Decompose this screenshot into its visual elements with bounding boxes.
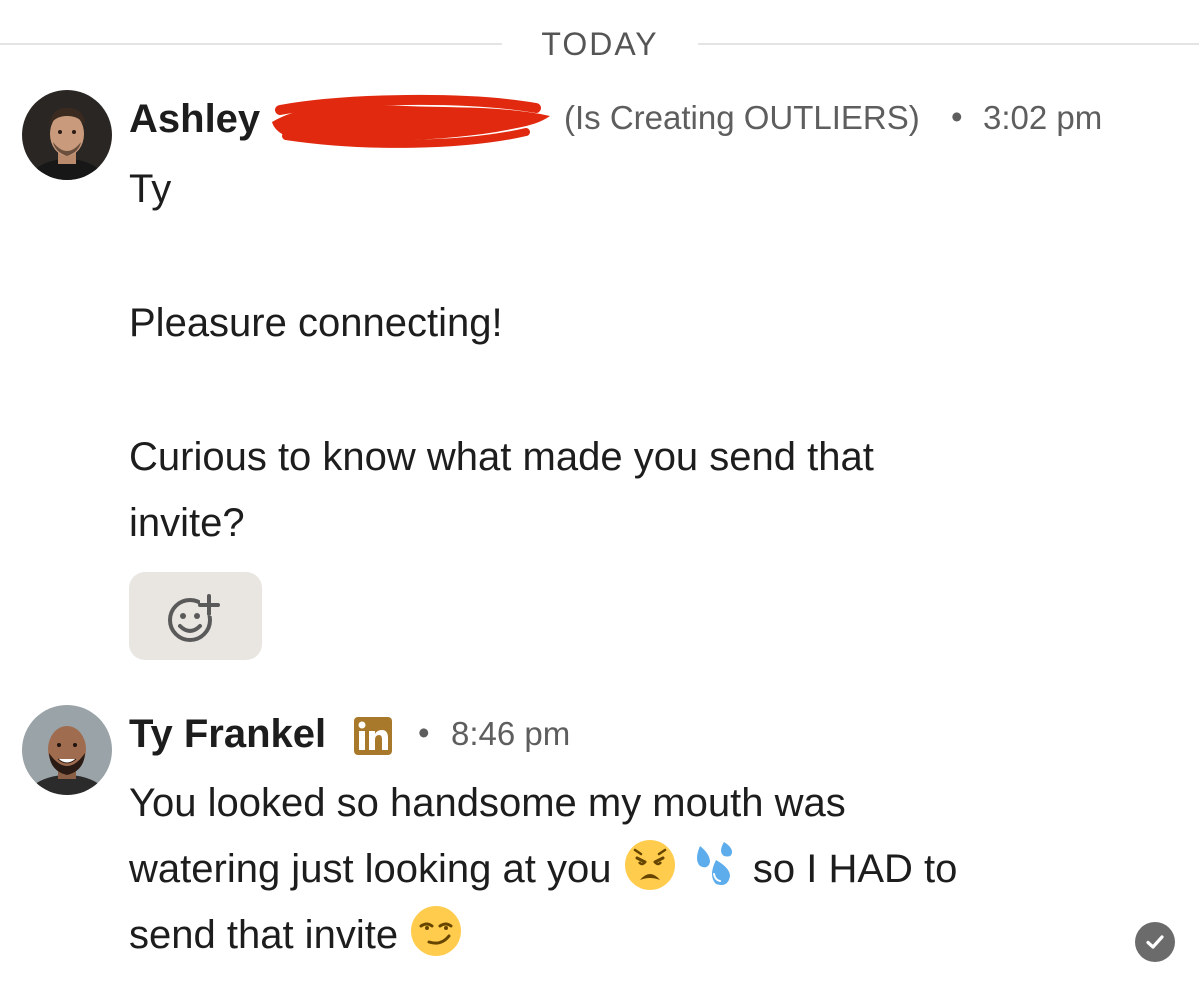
message-text: send that invite xyxy=(129,913,399,957)
sender-headline: (Is Creating OUTLIERS) xyxy=(564,99,920,136)
read-check-icon xyxy=(1135,922,1175,962)
sender-name[interactable]: Ty Frankel xyxy=(129,710,326,758)
message-timestamp: 3:02 pm xyxy=(983,99,1103,136)
date-divider-label: TODAY xyxy=(541,26,659,62)
add-reaction-icon xyxy=(167,594,220,642)
redaction-scribble xyxy=(272,94,550,148)
meta-separator: • xyxy=(418,714,430,751)
weary-face-emoji-icon xyxy=(624,840,675,890)
avatar-ty-frankel[interactable] xyxy=(22,705,112,795)
avatar-ashley[interactable] xyxy=(22,90,112,180)
message-line: Ty xyxy=(129,167,172,211)
message-line: send that invite xyxy=(129,902,463,968)
linkedin-premium-badge-icon xyxy=(354,717,392,755)
sender-name[interactable]: Ashley xyxy=(129,95,260,143)
divider-line-right xyxy=(698,43,1199,45)
message-line: watering just looking at you so I HAD to xyxy=(129,836,957,902)
divider-line-left xyxy=(0,43,502,45)
sweat-droplets-emoji-icon xyxy=(696,842,732,885)
smirking-face-emoji-icon xyxy=(411,906,462,956)
message-timestamp: 8:46 pm xyxy=(451,715,571,752)
message-line: Curious to know what made you send that xyxy=(129,435,874,479)
message-line: Pleasure connecting! xyxy=(129,301,503,345)
message-text: watering just looking at you xyxy=(129,847,612,891)
meta-separator: • xyxy=(951,98,963,135)
add-reaction-button[interactable] xyxy=(129,572,262,660)
message-line: You looked so handsome my mouth was xyxy=(129,781,846,825)
message-text: so I HAD to xyxy=(752,847,958,891)
message-line: invite? xyxy=(129,501,245,545)
